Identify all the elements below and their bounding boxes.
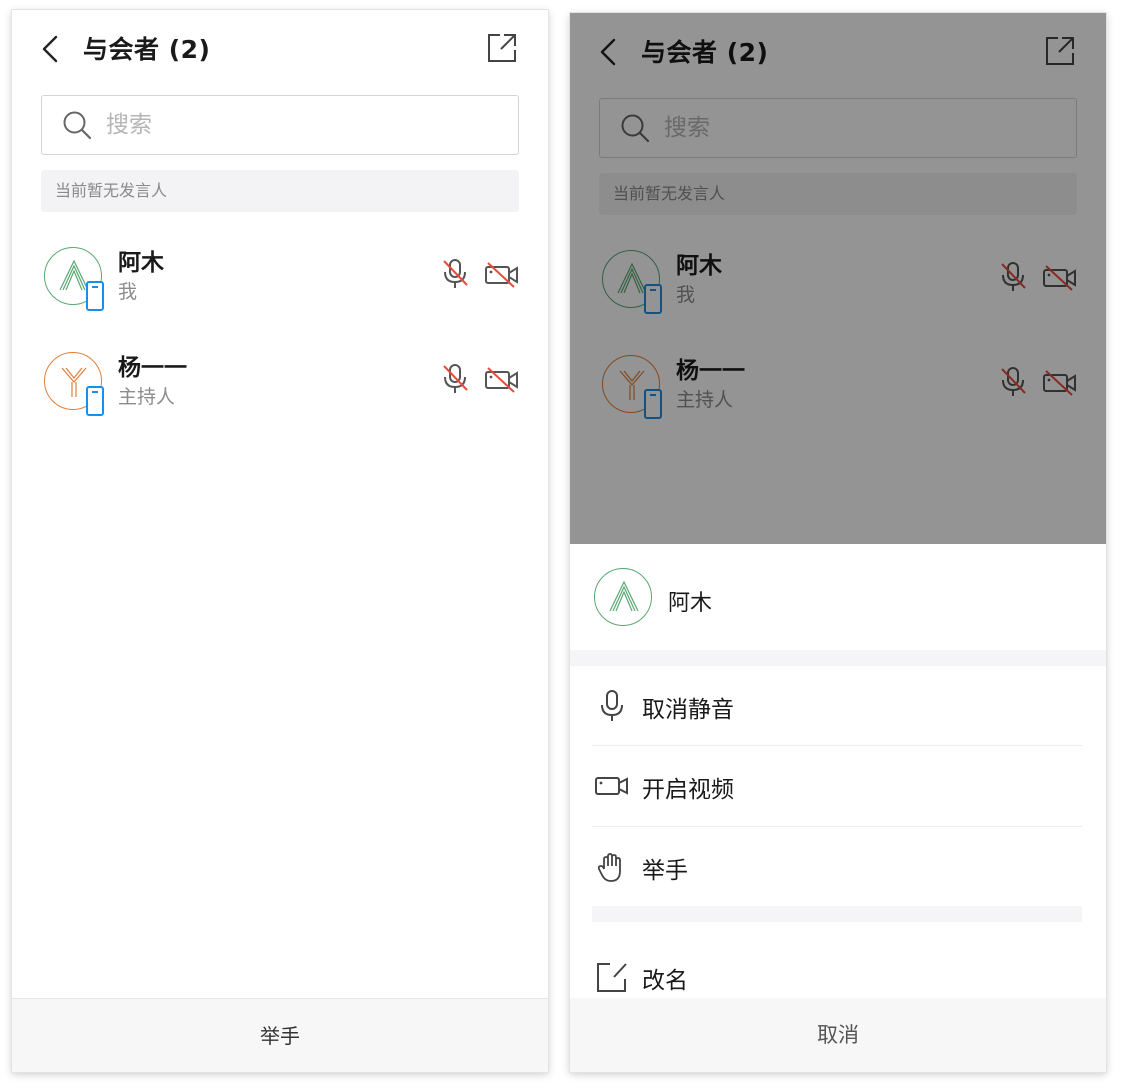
modal-overlay[interactable] [570, 13, 1106, 544]
mic-muted-icon[interactable] [440, 362, 470, 396]
participant-name: 杨一一 [118, 355, 187, 381]
search-input[interactable] [106, 106, 496, 144]
action-sheet: 阿木 取消静音 开启视频 举手 改名 取消 [570, 544, 1106, 1072]
action-label: 举手 [642, 858, 688, 884]
raise-hand-action[interactable]: 举手 [592, 827, 1082, 907]
sheet-participant-name: 阿木 [668, 591, 713, 616]
popout-window-icon[interactable] [486, 32, 518, 64]
header: 与会者 (2) [12, 10, 548, 88]
participant-name: 阿木 [118, 250, 164, 276]
video-camera-icon [595, 777, 628, 795]
raise-hand-icon [597, 853, 621, 882]
camera-off-icon[interactable] [484, 366, 520, 394]
mobile-device-icon [86, 386, 104, 416]
section-gap [592, 906, 1082, 922]
microphone-icon [601, 690, 623, 721]
participant-role: 主持人 [118, 386, 176, 408]
participant-row[interactable]: 杨一一 主持人 [12, 340, 548, 430]
action-label: 改名 [642, 968, 688, 994]
raise-hand-button[interactable]: 举手 [12, 998, 548, 1072]
section-gap [570, 650, 1106, 666]
participant-role: 我 [118, 281, 138, 303]
action-sheet-header: 阿木 [570, 544, 1106, 650]
cancel-button[interactable]: 取消 [570, 998, 1106, 1072]
speaker-notice: 当前暂无发言人 [41, 170, 519, 212]
page-title: 与会者 (2) [83, 35, 211, 64]
back-chevron-icon[interactable] [40, 34, 62, 64]
participants-screen: 与会者 (2) 当前暂无发言人 阿木 我 杨一一 主持人 举手 [12, 10, 548, 1072]
participant-row[interactable]: 阿木 我 [12, 235, 548, 325]
camera-off-icon[interactable] [484, 261, 520, 289]
search-box[interactable] [41, 95, 519, 155]
action-label: 开启视频 [642, 777, 734, 803]
participants-screen-with-action-sheet: 与会者 (2) 当前暂无发言人 阿木 我 杨一一 主持人 阿木 [570, 13, 1106, 1072]
mic-muted-icon[interactable] [440, 257, 470, 291]
avatar [594, 568, 652, 626]
mobile-device-icon [86, 281, 104, 311]
unmute-action[interactable]: 取消静音 [592, 666, 1082, 746]
start-video-action[interactable]: 开启视频 [592, 746, 1082, 826]
action-label: 取消静音 [642, 697, 734, 723]
edit-icon [597, 963, 627, 992]
search-icon [63, 111, 92, 140]
